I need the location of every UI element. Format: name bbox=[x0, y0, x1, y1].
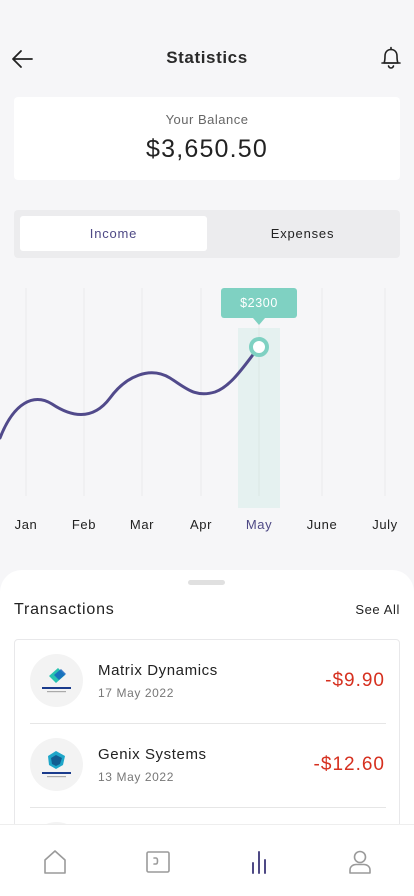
transactions-title: Transactions bbox=[14, 601, 115, 618]
drag-handle[interactable] bbox=[188, 580, 225, 585]
tooltip-label: $2300 bbox=[240, 296, 278, 310]
transaction-company: Genix Systems bbox=[98, 746, 207, 763]
x-tick-label: Apr bbox=[190, 517, 212, 532]
wallet-icon bbox=[146, 851, 170, 873]
header: Statistics bbox=[0, 36, 414, 80]
tooltip-arrow bbox=[253, 318, 265, 325]
chart-grid bbox=[25, 288, 386, 496]
see-all-link[interactable]: See All bbox=[355, 602, 400, 617]
transaction-date: 13 May 2022 bbox=[98, 770, 174, 784]
x-tick-label: May bbox=[246, 517, 272, 532]
bell-icon bbox=[381, 46, 401, 69]
income-expenses-toggle: Income Expenses bbox=[14, 210, 400, 258]
nav-wallet[interactable] bbox=[143, 847, 173, 877]
nav-statistics[interactable] bbox=[244, 847, 274, 877]
value-tooltip: $2300 bbox=[221, 288, 297, 325]
nav-profile[interactable] bbox=[345, 847, 375, 877]
x-tick-label: Jan bbox=[15, 517, 38, 532]
transaction-company: Matrix Dynamics bbox=[98, 662, 218, 679]
tab-income[interactable]: Income bbox=[20, 216, 207, 251]
transaction-amount: -$12.60 bbox=[313, 754, 385, 775]
company-logo-icon bbox=[30, 738, 83, 791]
company-logo-icon bbox=[30, 654, 83, 707]
transaction-amount: -$9.90 bbox=[325, 670, 385, 691]
x-tick-label: June bbox=[307, 517, 338, 532]
balance-label: Your Balance bbox=[165, 112, 249, 127]
x-tick-label: Mar bbox=[130, 517, 154, 532]
transaction-date: 17 May 2022 bbox=[98, 686, 174, 700]
nav-home[interactable] bbox=[40, 847, 70, 877]
notifications-button[interactable] bbox=[380, 46, 402, 70]
statistics-icon bbox=[252, 851, 266, 874]
tab-expenses[interactable]: Expenses bbox=[211, 216, 394, 251]
balance-card: Your Balance $3,650.50 bbox=[14, 97, 400, 180]
profile-icon bbox=[349, 850, 371, 874]
transaction-row[interactable]: Genix Systems 13 May 2022 -$12.60 bbox=[15, 724, 399, 808]
page-title: Statistics bbox=[166, 48, 248, 67]
series-line bbox=[0, 345, 261, 440]
x-tick-label: Feb bbox=[72, 517, 96, 532]
transaction-row[interactable]: Matrix Dynamics 17 May 2022 -$9.90 bbox=[15, 640, 399, 724]
bottom-nav bbox=[0, 824, 414, 896]
data-point-highlight[interactable] bbox=[249, 337, 269, 357]
balance-value: $3,650.50 bbox=[145, 135, 269, 163]
x-tick-label: July bbox=[372, 517, 398, 532]
income-line-chart: $2300 Jan Feb Mar Apr May June July bbox=[0, 288, 398, 532]
home-icon bbox=[44, 850, 66, 874]
x-axis-labels: Jan Feb Mar Apr May June July bbox=[15, 517, 398, 532]
